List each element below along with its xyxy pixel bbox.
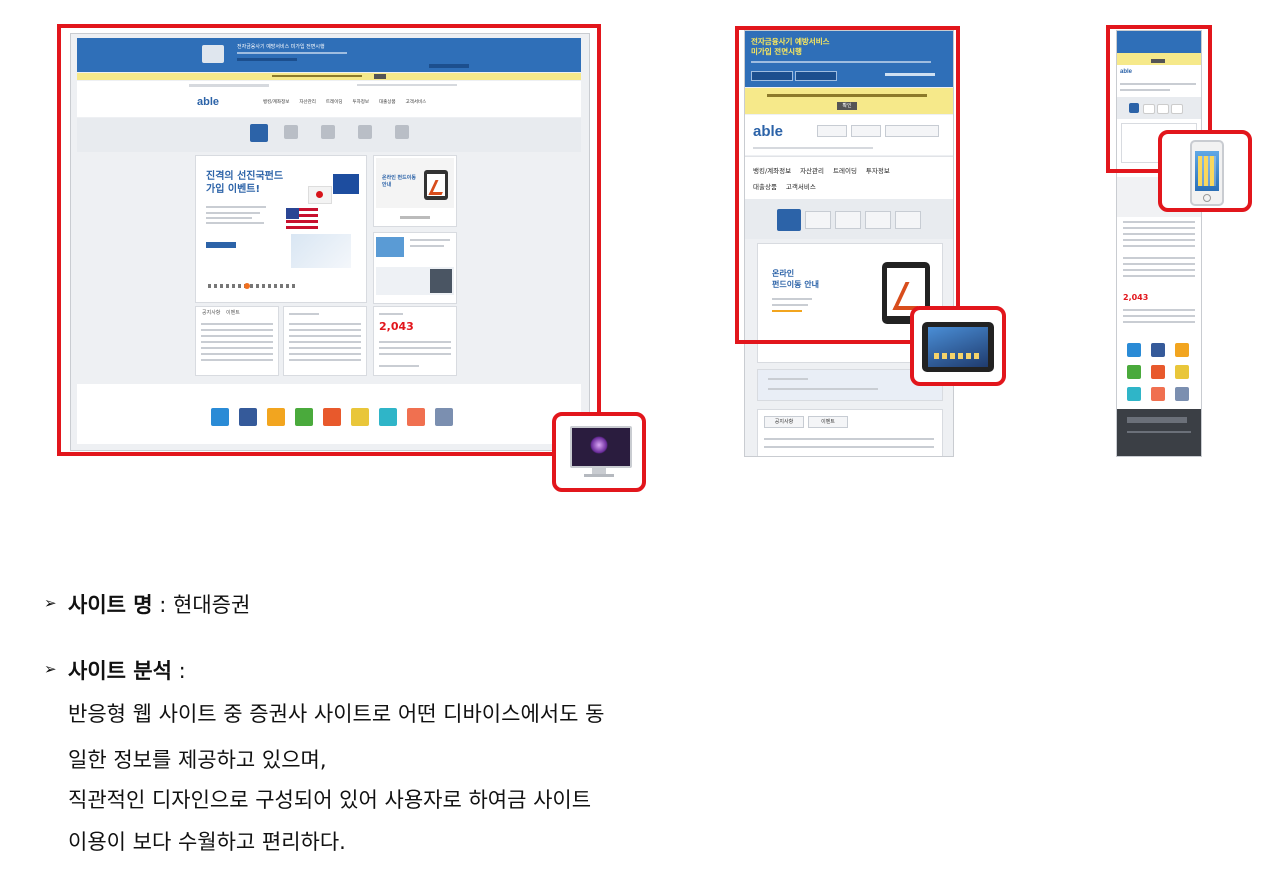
- mobile-index-value: 2,043: [1123, 293, 1149, 302]
- site-name-row: 사이트 명 : 현대증권: [68, 593, 251, 617]
- mobile-footer: [1117, 409, 1201, 456]
- analysis-row: 사이트 분석 :: [68, 659, 186, 683]
- site-name-label: 사이트 명: [68, 593, 153, 617]
- analysis-line-3: 직관적인 디자인으로 구성되어 있어 사용자로 하여금 사이트: [68, 788, 592, 812]
- monitor-icon: [570, 426, 632, 468]
- bullet-arrow-icon: ➢: [44, 660, 57, 678]
- tablet-device-badge: [910, 306, 1006, 386]
- phone-icon: [1190, 140, 1224, 206]
- tablet-icon: [922, 322, 994, 372]
- analysis-line-1: 반응형 웹 사이트 중 증권사 사이트로 어떤 디바이스에서도 동: [68, 702, 605, 726]
- analysis-line-2: 일한 정보를 제공하고 있으며,: [68, 748, 327, 772]
- analysis-line-4: 이용이 보다 수월하고 편리하다.: [68, 830, 346, 854]
- analysis-label: 사이트 분석: [68, 659, 172, 683]
- desktop-highlight-frame: [57, 24, 601, 456]
- monitor-device-badge: [552, 412, 646, 492]
- tablet-highlight-frame: [735, 26, 960, 344]
- tablet-notice-card[interactable]: 공지사항 이벤트: [757, 409, 943, 456]
- site-name-value: 현대증권: [173, 593, 251, 617]
- bullet-arrow-icon: ➢: [44, 594, 57, 612]
- phone-device-badge: [1158, 130, 1252, 212]
